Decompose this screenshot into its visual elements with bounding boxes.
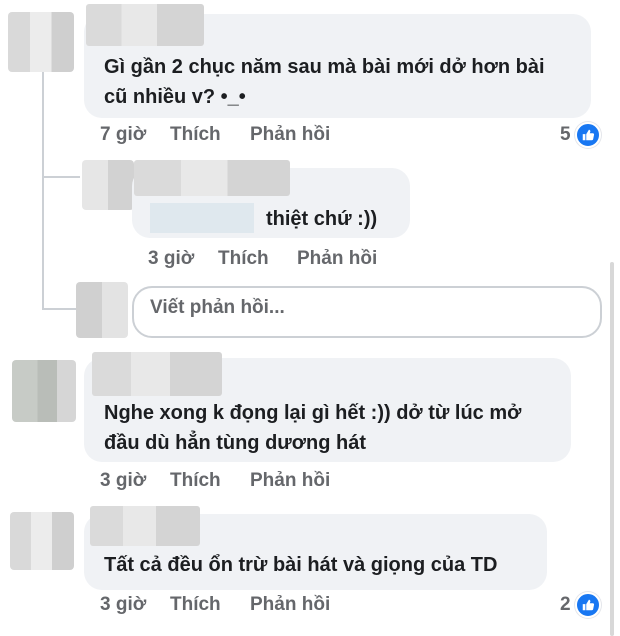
reply-input[interactable]: Viết phản hồi... — [132, 286, 602, 338]
reply-reply-button[interactable]: Phản hồi — [297, 248, 377, 270]
thread-branch — [42, 308, 80, 310]
commenter-avatar[interactable] — [12, 360, 76, 422]
like-thumb-icon — [574, 122, 601, 148]
comment-timestamp[interactable]: 3 giờ — [100, 594, 146, 616]
reaction-summary[interactable]: 2 — [560, 592, 601, 618]
current-user-avatar — [76, 282, 128, 338]
like-button[interactable]: Thích — [170, 124, 221, 146]
thread-line — [42, 72, 44, 308]
comment-timestamp[interactable]: 3 giờ — [100, 470, 146, 492]
commenter-avatar[interactable] — [10, 512, 74, 570]
commenter-avatar[interactable] — [8, 12, 74, 72]
scrollbar[interactable] — [610, 262, 614, 636]
comment-text-line: đầu dù hẳn tùng dương hát — [104, 432, 366, 454]
reply-button[interactable]: Phản hồi — [250, 470, 330, 492]
reply-input-placeholder: Viết phản hồi... — [150, 297, 285, 318]
comment-text-line: Tất cả đều ổn trừ bài hát và giọng của T… — [104, 554, 498, 576]
comment-text-line: cũ nhiều v? •_• — [104, 86, 246, 108]
reaction-summary[interactable]: 5 — [560, 122, 601, 148]
blurred-mention — [150, 203, 254, 233]
commenter-name[interactable] — [92, 352, 222, 396]
reply-like-button[interactable]: Thích — [218, 248, 269, 270]
like-button[interactable]: Thích — [170, 470, 221, 492]
commenter-name[interactable] — [86, 4, 204, 46]
replier-avatar[interactable] — [82, 160, 134, 210]
reply-button[interactable]: Phản hồi — [250, 594, 330, 616]
reply-timestamp[interactable]: 3 giờ — [148, 248, 194, 270]
commenter-name[interactable] — [90, 506, 200, 546]
replier-name[interactable] — [134, 160, 290, 196]
like-button[interactable]: Thích — [170, 594, 221, 616]
reply-text: thiệt chứ :)) — [266, 208, 378, 230]
reaction-count: 2 — [560, 594, 571, 615]
like-thumb-icon — [574, 592, 601, 618]
comment-text-line: Nghe xong k đọng lại gì hết :)) dở từ lú… — [104, 402, 522, 424]
reaction-count: 5 — [560, 124, 571, 145]
comment-timestamp[interactable]: 7 giờ — [100, 124, 146, 146]
comment-text-line: Gì gần 2 chục năm sau mà bài mới dở hơn … — [104, 56, 545, 78]
thread-branch — [42, 176, 80, 178]
reply-button[interactable]: Phản hồi — [250, 124, 330, 146]
